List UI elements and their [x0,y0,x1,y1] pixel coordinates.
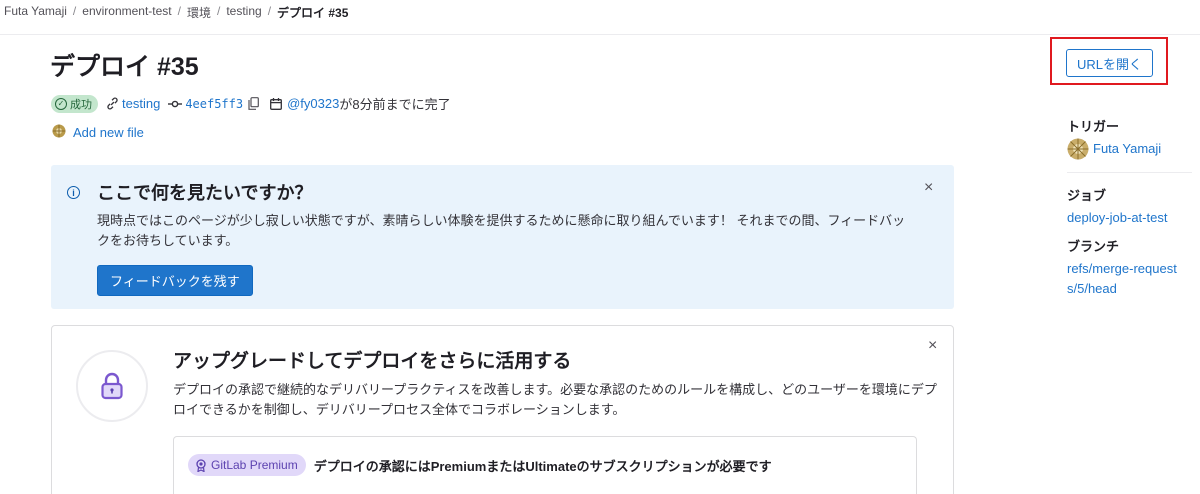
commit-icon [168,99,183,109]
add-new-file[interactable]: Add new file [52,124,144,141]
header-divider [0,34,1200,35]
close-icon[interactable]: × [924,180,933,196]
breadcrumb-item-environments[interactable]: 環境 [187,4,211,21]
open-url-button[interactable]: URLを開く [1066,49,1154,77]
breadcrumb-separator: / [217,4,221,18]
upgrade-card-body: デプロイの承認で継続的なデリバリープラクティスを改善します。必要な承認のためのル… [173,382,937,417]
premium-badge-label: GitLab Premium [211,458,298,472]
finished-time-text: が8分前までに完了 [339,97,451,112]
branch-link[interactable]: refs/merge-requests/5/head [1067,259,1177,299]
calendar-icon [270,97,283,110]
copy-icon[interactable] [248,97,260,110]
finished-by-user-link[interactable]: @fy0323 [287,96,339,111]
leave-feedback-button[interactable]: フィードバックを残す [97,265,253,296]
feedback-alert-body: 現時点ではこのページが少し寂しい状態ですが、素晴らしい体験を提供するために懸命に… [97,213,906,248]
premium-requirement: GitLab Premium デプロイの承認にはPremiumまたはUltima… [173,436,917,494]
job-link[interactable]: deploy-job-at-test [1067,208,1192,228]
premium-badge: GitLab Premium [188,454,306,476]
page-title: デプロイ #35 [50,53,199,81]
lock-icon-container [76,350,148,422]
breadcrumb-item-user[interactable]: Futa Yamaji [4,4,67,21]
upgrade-card: アップグレードしてデプロイをさらに活用する デプロイの承認で継続的なデリバリープ… [51,325,954,494]
status-badge: ✓ 成功 [51,94,98,113]
breadcrumb-item-current[interactable]: デプロイ #35 [277,4,348,21]
premium-requirement-text: デプロイの承認にはPremiumまたはUltimateのサブスクリプションが必要… [313,458,772,474]
environment-link[interactable]: testing [122,96,160,111]
premium-icon [196,458,206,472]
breadcrumb-separator: / [72,4,77,18]
upgrade-card-title: アップグレードしてデプロイをさらに活用する [173,351,572,372]
avatar-icon [1067,138,1089,160]
breadcrumb: Futa Yamaji / environment-test / 環境 / te… [4,4,348,21]
close-icon[interactable]: × [928,338,937,354]
lock-icon [101,372,123,400]
file-avatar-icon [52,124,66,141]
status-badge-label: 成功 [70,98,92,111]
right-sidebar: トリガー Futa Yamaji ジョブ deploy-job-at-test … [1067,116,1192,299]
info-icon: i [67,186,80,199]
trigger-label: トリガー [1067,119,1120,134]
open-url-highlight: URLを開く [1050,37,1168,85]
check-circle-icon: ✓ [55,97,67,110]
add-new-file-link[interactable]: Add new file [73,125,144,140]
breadcrumb-separator: / [177,4,181,18]
commit-sha-link[interactable]: 4eef5ff3 [185,97,243,111]
branch-label: ブランチ [1067,239,1120,254]
deployment-meta: ✓ 成功 testing 4eef5ff3 @fy0323 が8分前までに完了 [51,94,451,113]
sidebar-divider [1067,172,1192,173]
feedback-alert: i ここで何を見たいですか？ 現時点ではこのページが少し寂しい状態ですが、素晴ら… [51,165,954,309]
job-label: ジョブ [1067,188,1107,203]
breadcrumb-separator: / [267,4,272,18]
breadcrumb-item-environment[interactable]: testing [226,4,261,21]
trigger-user[interactable]: Futa Yamaji [1067,138,1192,160]
trigger-user-link[interactable]: Futa Yamaji [1093,139,1161,159]
feedback-alert-title: ここで何を見たいですか？ [97,183,313,203]
breadcrumb-item-project[interactable]: environment-test [82,4,171,21]
environment-icon [106,97,119,110]
